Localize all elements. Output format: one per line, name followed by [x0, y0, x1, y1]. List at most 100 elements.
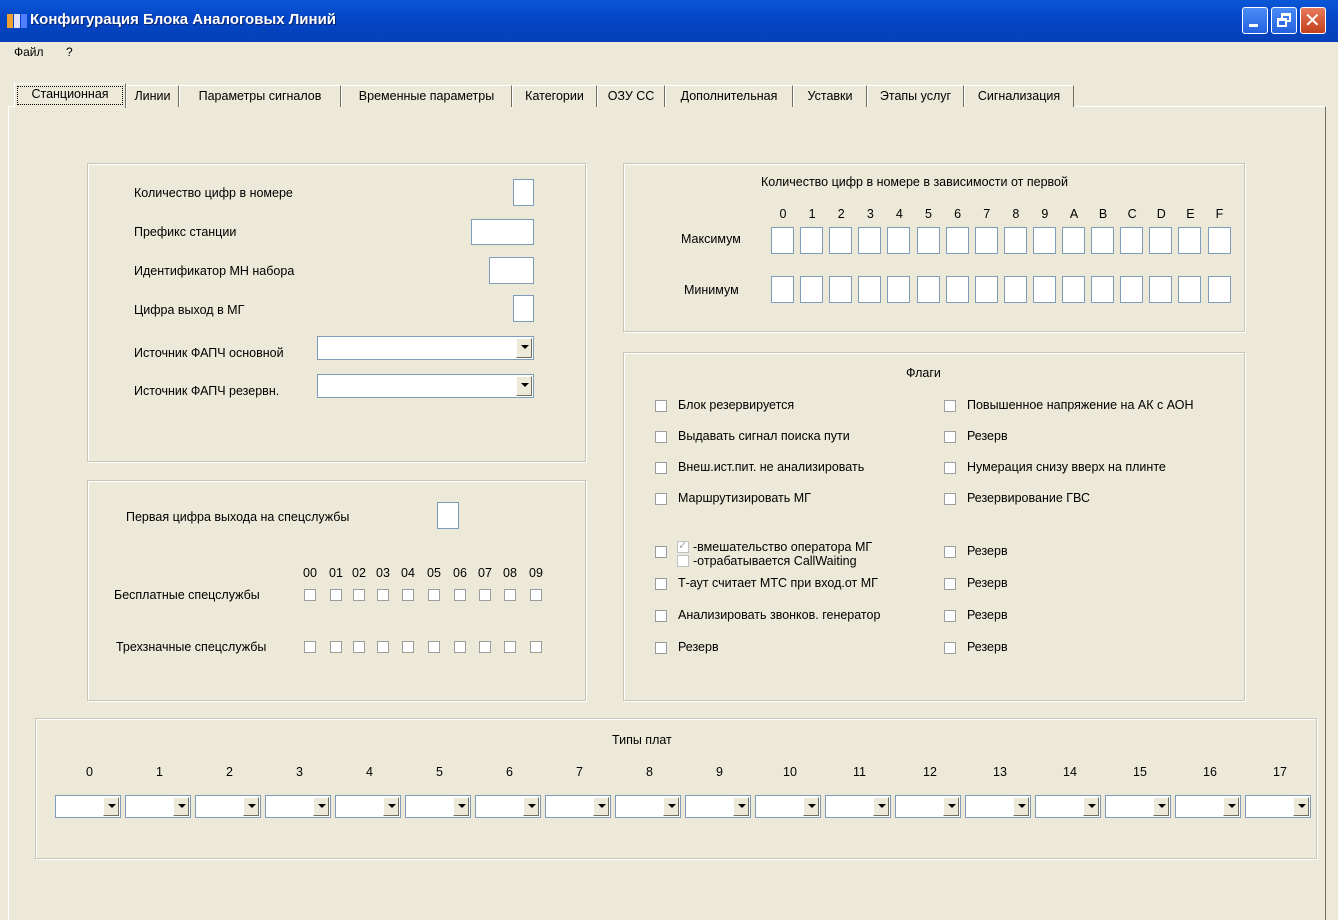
tab-signal-params[interactable]: Параметры сигналов — [179, 85, 341, 107]
operator-intervention-checkbox[interactable] — [655, 546, 667, 558]
free-service-checkbox[interactable] — [377, 589, 389, 601]
tab-categories[interactable]: Категории — [512, 85, 597, 107]
free-service-checkbox[interactable] — [454, 589, 466, 601]
free-service-checkbox[interactable] — [530, 589, 542, 601]
three-digit-service-checkbox[interactable] — [479, 641, 491, 653]
flag-checkbox[interactable] — [655, 400, 667, 412]
board-type-select[interactable] — [965, 795, 1031, 818]
min-digit-field[interactable] — [771, 276, 794, 303]
max-digit-field[interactable] — [1207, 227, 1231, 254]
max-digit-field[interactable] — [1003, 227, 1027, 254]
max-digit-field[interactable] — [1032, 227, 1056, 254]
free-service-checkbox[interactable] — [304, 589, 316, 601]
minimize-button[interactable] — [1242, 7, 1268, 34]
first-digit-field[interactable] — [437, 502, 459, 529]
max-digit-field[interactable] — [1091, 227, 1115, 254]
board-type-select[interactable] — [545, 795, 611, 818]
free-service-checkbox[interactable] — [504, 589, 516, 601]
flag-checkbox[interactable] — [655, 610, 667, 622]
tab-ram-cc[interactable]: ОЗУ СС — [597, 85, 665, 107]
board-type-select[interactable] — [685, 795, 751, 818]
min-digit-field[interactable] — [945, 276, 969, 303]
tab-lines[interactable]: Линии — [126, 85, 179, 107]
max-digit-field[interactable] — [800, 227, 824, 254]
board-type-select[interactable] — [405, 795, 471, 818]
min-digit-field[interactable] — [974, 276, 998, 303]
board-type-select[interactable] — [195, 795, 261, 818]
menu-help[interactable]: ? — [66, 45, 73, 59]
board-type-select[interactable] — [755, 795, 821, 818]
min-digit-field[interactable] — [1062, 276, 1085, 303]
mg-field[interactable] — [513, 295, 534, 322]
three-digit-service-checkbox[interactable] — [504, 641, 516, 653]
close-button[interactable]: ✕ — [1300, 7, 1326, 34]
tab-additional[interactable]: Дополнительная — [665, 85, 793, 107]
flag-checkbox[interactable] — [944, 431, 956, 443]
pll-reserve-select[interactable] — [317, 374, 534, 398]
board-type-select[interactable] — [475, 795, 541, 818]
tab-settings[interactable]: Уставки — [793, 85, 867, 107]
min-digit-field[interactable] — [1120, 276, 1144, 303]
tab-station[interactable]: Станционная — [14, 83, 126, 108]
board-type-select[interactable] — [125, 795, 191, 818]
max-digit-field[interactable] — [916, 227, 940, 254]
board-type-select[interactable] — [1245, 795, 1311, 818]
three-digit-service-checkbox[interactable] — [454, 641, 466, 653]
mn-field[interactable] — [489, 257, 534, 284]
board-type-select[interactable] — [1035, 795, 1101, 818]
operator-intervention-sub-checkbox[interactable] — [677, 539, 689, 553]
tab-service-stages[interactable]: Этапы услуг — [867, 85, 964, 107]
max-digit-field[interactable] — [974, 227, 998, 254]
min-digit-field[interactable] — [1207, 276, 1231, 303]
board-type-select[interactable] — [1105, 795, 1171, 818]
flag-checkbox[interactable] — [655, 578, 667, 590]
max-digit-field[interactable] — [945, 227, 969, 254]
digits-field[interactable] — [513, 179, 534, 206]
max-digit-field[interactable] — [887, 227, 911, 254]
callwaiting-sub-checkbox[interactable] — [677, 555, 689, 567]
max-digit-field[interactable] — [1062, 227, 1085, 254]
flag-checkbox[interactable] — [944, 546, 956, 558]
flag-checkbox[interactable] — [944, 642, 956, 654]
min-digit-field[interactable] — [916, 276, 940, 303]
three-digit-service-checkbox[interactable] — [402, 641, 414, 653]
board-type-select[interactable] — [895, 795, 961, 818]
board-type-select[interactable] — [1175, 795, 1241, 818]
max-digit-field[interactable] — [1178, 227, 1202, 254]
min-digit-field[interactable] — [1032, 276, 1056, 303]
board-type-select[interactable] — [335, 795, 401, 818]
max-digit-field[interactable] — [829, 227, 853, 254]
min-digit-field[interactable] — [800, 276, 824, 303]
flag-checkbox[interactable] — [944, 400, 956, 412]
min-digit-field[interactable] — [887, 276, 911, 303]
flag-checkbox[interactable] — [655, 642, 667, 654]
free-service-checkbox[interactable] — [353, 589, 365, 601]
three-digit-service-checkbox[interactable] — [330, 641, 342, 653]
three-digit-service-checkbox[interactable] — [530, 641, 542, 653]
board-type-select[interactable] — [825, 795, 891, 818]
board-type-select[interactable] — [615, 795, 681, 818]
min-digit-field[interactable] — [1178, 276, 1202, 303]
three-digit-service-checkbox[interactable] — [353, 641, 365, 653]
menu-file[interactable]: Файл — [14, 45, 44, 59]
min-digit-field[interactable] — [1003, 276, 1027, 303]
flag-checkbox[interactable] — [944, 610, 956, 622]
prefix-field[interactable] — [471, 219, 534, 245]
min-digit-field[interactable] — [829, 276, 853, 303]
tab-signaling[interactable]: Сигнализация — [964, 85, 1074, 107]
min-digit-field[interactable] — [1091, 276, 1115, 303]
max-digit-field[interactable] — [1149, 227, 1173, 254]
board-type-select[interactable] — [55, 795, 121, 818]
free-service-checkbox[interactable] — [402, 589, 414, 601]
free-service-checkbox[interactable] — [479, 589, 491, 601]
max-digit-field[interactable] — [771, 227, 794, 254]
tab-time-params[interactable]: Временные параметры — [341, 85, 512, 107]
flag-checkbox[interactable] — [655, 462, 667, 474]
board-type-select[interactable] — [265, 795, 331, 818]
free-service-checkbox[interactable] — [330, 589, 342, 601]
max-digit-field[interactable] — [858, 227, 882, 254]
flag-checkbox[interactable] — [944, 493, 956, 505]
max-digit-field[interactable] — [1120, 227, 1144, 254]
three-digit-service-checkbox[interactable] — [377, 641, 389, 653]
free-service-checkbox[interactable] — [428, 589, 440, 601]
